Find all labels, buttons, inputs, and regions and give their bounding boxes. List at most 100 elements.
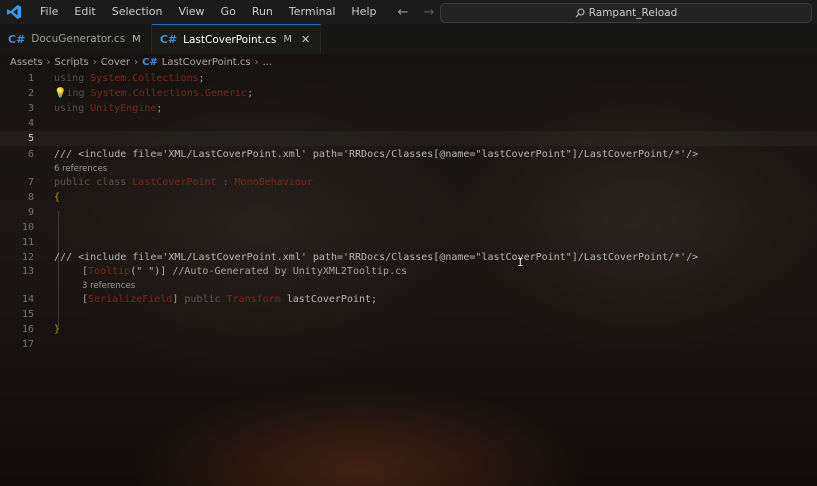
tab-lastcoverpoint[interactable]: C# LastCoverPoint.cs M ✕	[151, 24, 322, 54]
chevron-right-icon: ›	[134, 57, 139, 68]
title-bar: File Edit Selection View Go Run Terminal…	[0, 0, 817, 24]
code-line-14[interactable]: 14 [SerializeField] public Transform las…	[0, 292, 817, 307]
keyword: public	[178, 294, 227, 305]
menu-terminal[interactable]: Terminal	[281, 0, 344, 24]
line-number: 3	[27, 103, 34, 114]
menu-selection[interactable]: Selection	[104, 0, 171, 24]
keyword: using	[54, 103, 85, 114]
tab-docugenerator[interactable]: C# DocuGenerator.cs M	[0, 24, 152, 54]
search-icon	[575, 8, 585, 18]
comment: //Auto-Generated by UnityXML2Tooltip.cs	[166, 266, 408, 277]
line-number: 5	[27, 133, 34, 144]
vscode-logo-icon	[7, 5, 21, 19]
modified-indicator: M	[283, 34, 293, 45]
namespace: UnityEngine	[90, 103, 157, 114]
attribute-name: SerializeField	[88, 294, 173, 305]
code-line-9[interactable]: 9	[0, 205, 817, 220]
chevron-right-icon: ›	[46, 57, 51, 68]
code-line-10[interactable]: 10	[0, 220, 817, 235]
semicolon: ;	[247, 88, 254, 99]
namespace: System.Collections.Generic	[90, 88, 248, 99]
code-line-13[interactable]: 13 [Tooltip(" ")] //Auto-Generated by Un…	[0, 264, 817, 279]
namespace: System.Collections	[90, 73, 199, 84]
breadcrumb: Assets › Scripts › Cover › C# LastCoverP…	[0, 54, 817, 71]
code-editor[interactable]: 1 using System.Collections; 2 💡ing Syste…	[0, 71, 817, 486]
line-number: 2	[27, 88, 34, 99]
code-line-4[interactable]: 4	[0, 116, 817, 131]
line-code: using System.Collections;	[54, 71, 205, 86]
code-line-11[interactable]: 11	[0, 235, 817, 250]
code-line-6[interactable]: 6 /// <include file='XML/LastCoverPoint.…	[0, 147, 817, 162]
line-code: [Tooltip(" ")] //Auto-Generated by Unity…	[82, 264, 407, 279]
line-number: 7	[27, 177, 34, 188]
line-code: using UnityEngine;	[54, 101, 162, 116]
menu-edit[interactable]: Edit	[66, 0, 103, 24]
command-center-search[interactable]: Rampant_Reload	[440, 3, 812, 23]
chevron-right-icon: ›	[254, 57, 259, 68]
breadcrumb-symbol[interactable]: ...	[263, 57, 273, 68]
menu-file[interactable]: File	[32, 0, 66, 24]
line-number: 11	[21, 237, 34, 248]
chevron-right-icon: ›	[92, 57, 97, 68]
line-number: 14	[21, 294, 34, 305]
attribute-args: (" ")]	[130, 266, 167, 277]
line-number: 8	[27, 192, 34, 203]
code-line-5[interactable]: 5	[0, 131, 817, 146]
go-back-arrow-icon[interactable]: ←	[394, 3, 412, 21]
close-tab-icon[interactable]: ✕	[301, 33, 310, 46]
line-number: 13	[21, 266, 34, 277]
attribute-name: Tooltip	[88, 266, 131, 277]
keyword: using	[54, 73, 85, 84]
line-number: 1	[27, 73, 34, 84]
text-cursor-icon: I	[517, 256, 524, 269]
type-name: Transform	[226, 294, 281, 305]
code-line-12[interactable]: 12 /// <include file='XML/LastCoverPoint…	[0, 250, 817, 265]
line-number: 9	[27, 207, 34, 218]
tab-label: DocuGenerator.cs	[31, 33, 126, 45]
class-name: LastCoverPoint	[132, 177, 217, 188]
code-line-2[interactable]: 2 💡ing System.Collections.Generic;	[0, 86, 817, 101]
line-number: 12	[21, 252, 34, 263]
line-number: 10	[21, 222, 34, 233]
code-line-16[interactable]: 16 }	[0, 322, 817, 337]
line-number: 4	[27, 118, 34, 129]
semicolon: ;	[198, 73, 205, 84]
base-class: MonoBehaviour	[234, 177, 313, 188]
doc-comment: /// <include file='XML/LastCoverPoint.xm…	[54, 149, 699, 160]
breadcrumb-scripts[interactable]: Scripts	[55, 57, 89, 68]
csharp-file-icon: C#	[8, 32, 26, 46]
code-line-7[interactable]: 7 public class LastCoverPoint : MonoBeha…	[0, 175, 817, 190]
code-line-3[interactable]: 3 using UnityEngine;	[0, 101, 817, 116]
breadcrumb-assets[interactable]: Assets	[10, 57, 43, 68]
menu-run[interactable]: Run	[244, 0, 281, 24]
semicolon: ;	[156, 103, 163, 114]
open-brace: {	[54, 192, 61, 203]
lightbulb-icon[interactable]: 💡	[54, 88, 66, 99]
close-brace: }	[54, 324, 61, 335]
modified-indicator: M	[132, 33, 141, 45]
keyword: ing	[66, 88, 85, 99]
navigation-arrows: ← →	[394, 3, 438, 21]
code-line-17[interactable]: 17	[0, 337, 817, 352]
line-number: 15	[21, 309, 34, 320]
colon: :	[216, 177, 235, 188]
menu-view[interactable]: View	[170, 0, 212, 24]
csharp-file-icon: C#	[142, 57, 158, 68]
breadcrumb-file[interactable]: LastCoverPoint.cs	[162, 57, 251, 68]
command-center-label: Rampant_Reload	[588, 7, 678, 19]
editor-tab-bar: C# DocuGenerator.cs M C# LastCoverPoint.…	[0, 24, 817, 54]
line-number: 17	[21, 339, 34, 350]
tab-label: LastCoverPoint.cs	[183, 33, 277, 46]
code-line-1[interactable]: 1 using System.Collections;	[0, 71, 817, 86]
menu-help[interactable]: Help	[343, 0, 384, 24]
code-line-15[interactable]: 15	[0, 307, 817, 322]
csharp-file-icon: C#	[159, 33, 178, 46]
breadcrumb-cover[interactable]: Cover	[101, 57, 130, 68]
menu-go[interactable]: Go	[213, 0, 244, 24]
line-code: [SerializeField] public Transform lastCo…	[82, 292, 377, 307]
keyword: public class	[54, 177, 127, 188]
code-line-8[interactable]: 8 {	[0, 190, 817, 205]
doc-comment: /// <include file='XML/LastCoverPoint.xm…	[54, 252, 699, 263]
go-forward-arrow-icon[interactable]: →	[420, 3, 438, 21]
line-number: 16	[21, 324, 34, 335]
